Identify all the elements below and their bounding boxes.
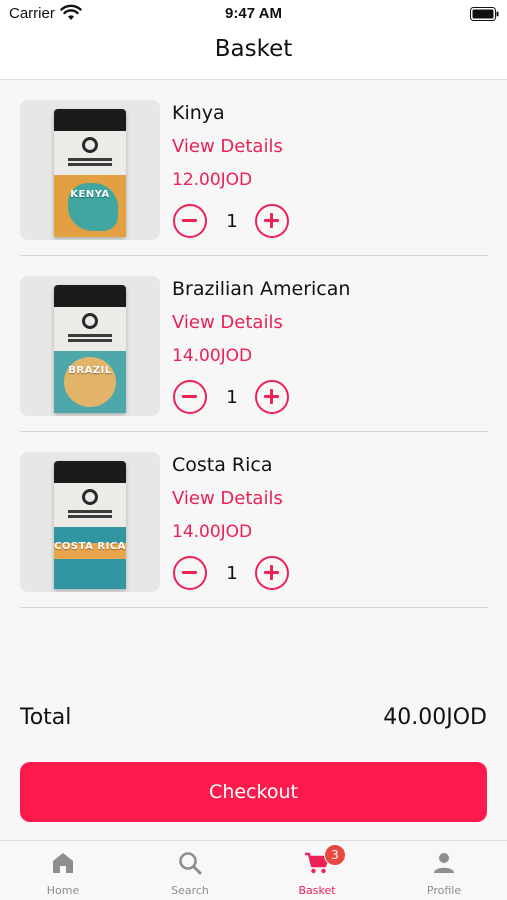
tab-basket[interactable]: 3 Basket <box>254 841 380 900</box>
coffee-bag-image: BRAZIL <box>54 285 126 413</box>
product-name: Kinya <box>172 102 225 124</box>
product-image[interactable]: BRAZIL <box>20 276 160 416</box>
basket-item: BRAZIL Brazilian American View Details 1… <box>20 256 488 432</box>
total-value: 40.00JOD <box>383 705 487 730</box>
nav-header: Basket <box>0 28 507 80</box>
total-label: Total <box>20 705 72 730</box>
product-image[interactable]: KENYA <box>20 100 160 240</box>
basket-item: COSTA RICA Costa Rica View Details 14.00… <box>20 432 488 608</box>
basket-list: KENYA Kinya View Details 12.00JOD 1 BRAZ… <box>0 80 507 608</box>
brand-logo-icon <box>82 313 98 329</box>
home-icon <box>53 853 73 873</box>
bag-label-text: KENYA <box>70 189 110 200</box>
bag-label-text: COSTA RICA <box>54 541 126 552</box>
cart-count-badge: 3 <box>324 844 346 866</box>
quantity-value: 1 <box>226 563 238 584</box>
product-price: 12.00JOD <box>172 170 253 190</box>
page-title: Basket <box>214 36 293 62</box>
view-details-link[interactable]: View Details <box>172 488 283 509</box>
decrease-quantity-button[interactable] <box>173 204 207 238</box>
checkout-button[interactable]: Checkout <box>20 762 487 822</box>
product-price: 14.00JOD <box>172 346 253 366</box>
tab-search[interactable]: Search <box>127 841 253 900</box>
search-icon <box>179 852 202 875</box>
brand-logo-icon <box>82 489 98 505</box>
tab-label: Search <box>171 884 209 897</box>
increase-quantity-button[interactable] <box>255 204 289 238</box>
status-time: 9:47 AM <box>225 5 282 22</box>
brand-logo-icon <box>82 137 98 153</box>
tab-profile[interactable]: Profile <box>381 841 507 900</box>
coffee-bag-image: COSTA RICA <box>54 461 126 589</box>
tab-bar: Home Search 3 Basket Profile <box>0 840 507 900</box>
product-image[interactable]: COSTA RICA <box>20 452 160 592</box>
quantity-value: 1 <box>226 387 238 408</box>
quantity-value: 1 <box>226 211 238 232</box>
status-bar: Carrier 9:47 AM <box>0 0 507 28</box>
view-details-link[interactable]: View Details <box>172 136 283 157</box>
basket-item: KENYA Kinya View Details 12.00JOD 1 <box>20 80 488 256</box>
battery-icon <box>470 7 499 21</box>
view-details-link[interactable]: View Details <box>172 312 283 333</box>
decrease-quantity-button[interactable] <box>173 556 207 590</box>
product-name: Brazilian American <box>172 278 351 300</box>
product-price: 14.00JOD <box>172 522 253 542</box>
profile-icon <box>434 853 454 873</box>
increase-quantity-button[interactable] <box>255 380 289 414</box>
increase-quantity-button[interactable] <box>255 556 289 590</box>
tab-label: Home <box>46 884 80 897</box>
tab-home[interactable]: Home <box>0 841 126 900</box>
decrease-quantity-button[interactable] <box>173 380 207 414</box>
bag-label-text: BRAZIL <box>68 365 112 376</box>
tab-label: Profile <box>426 884 462 897</box>
coffee-bag-image: KENYA <box>54 109 126 237</box>
tab-label: Basket <box>298 884 336 897</box>
product-name: Costa Rica <box>172 454 273 476</box>
